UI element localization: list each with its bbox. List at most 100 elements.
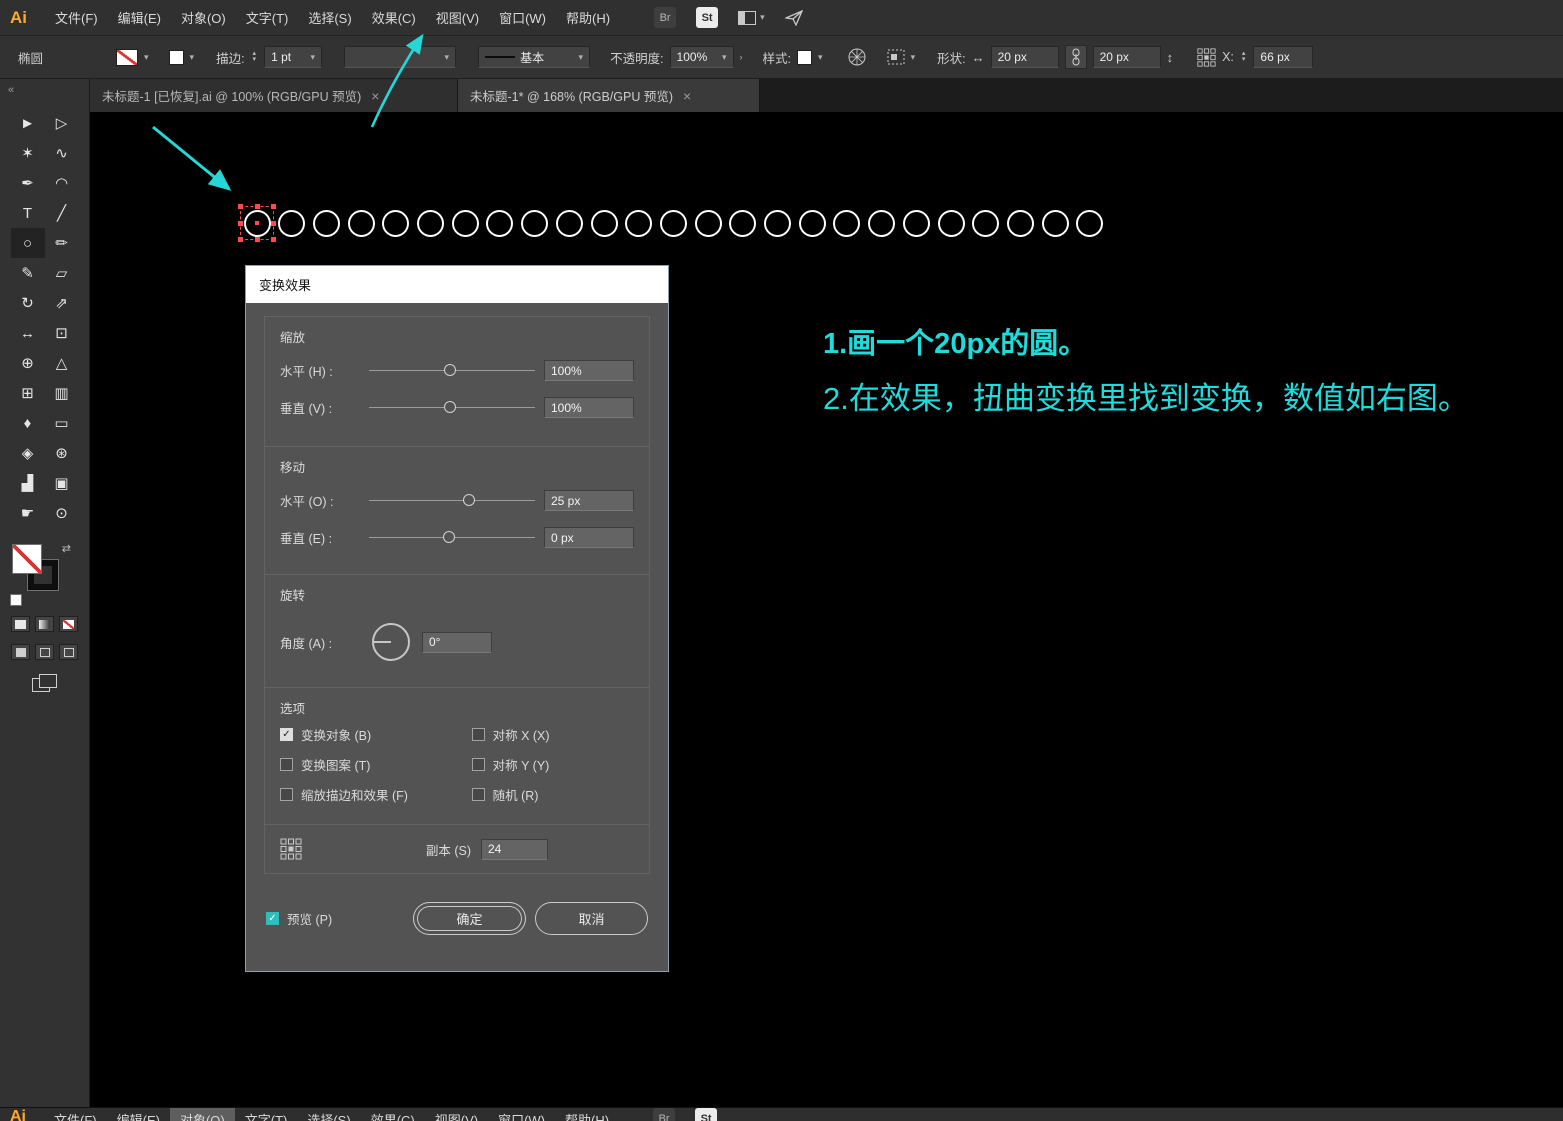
menu-item-8[interactable]: 帮助(H) bbox=[556, 0, 620, 35]
eyedropper-tool[interactable]: ♦ bbox=[11, 408, 45, 438]
selection-handle[interactable] bbox=[238, 221, 243, 226]
checkbox[interactable]: 缩放描边和效果 (F) bbox=[280, 785, 472, 804]
chevron-down-icon[interactable]: ▾ bbox=[579, 52, 584, 63]
shape-height-field[interactable]: 20 px bbox=[1092, 46, 1161, 68]
stock-button[interactable]: St bbox=[696, 7, 719, 28]
paintbrush-tool[interactable]: ✏ bbox=[45, 228, 79, 258]
menu-item-8[interactable]: 帮助(H) bbox=[555, 1108, 619, 1121]
ok-button[interactable]: 确定 bbox=[413, 902, 526, 935]
draw-normal-button[interactable] bbox=[11, 644, 30, 660]
close-icon[interactable]: × bbox=[371, 88, 379, 104]
type-tool[interactable]: T bbox=[11, 198, 45, 228]
reference-point-grid-icon[interactable] bbox=[280, 838, 302, 860]
menu-item-7[interactable]: 窗口(W) bbox=[489, 0, 556, 35]
lasso-tool[interactable]: ∿ bbox=[45, 138, 79, 168]
mesh-tool[interactable]: ⊞ bbox=[11, 378, 45, 408]
value-field[interactable]: 25 px bbox=[544, 490, 634, 511]
x-field[interactable]: 66 px bbox=[1253, 46, 1314, 68]
artwork-circle[interactable] bbox=[798, 209, 826, 237]
selection-handle[interactable] bbox=[271, 221, 276, 226]
value-field[interactable]: 100% bbox=[544, 360, 634, 381]
preview-checkbox[interactable]: 预览 (P) bbox=[266, 909, 332, 928]
checkbox[interactable]: 随机 (R) bbox=[471, 785, 634, 804]
document-tab[interactable]: 未标题-1* @ 168% (RGB/GPU 预览) × bbox=[458, 79, 760, 112]
menu-item-1[interactable]: 编辑(E) bbox=[107, 1108, 170, 1121]
artwork-circle[interactable] bbox=[590, 209, 618, 237]
shape-width-field[interactable]: 20 px bbox=[990, 46, 1059, 68]
chevron-down-icon[interactable]: ▾ bbox=[144, 52, 149, 63]
rotate-tool[interactable]: ↻ bbox=[11, 288, 45, 318]
menu-item-0[interactable]: 文件(F) bbox=[45, 0, 108, 35]
artwork-circle[interactable] bbox=[278, 209, 306, 237]
zoom-tool[interactable]: ⊙ bbox=[45, 498, 79, 528]
shape-builder-tool[interactable]: ⊕ bbox=[11, 348, 45, 378]
chevron-down-icon[interactable]: ▾ bbox=[311, 52, 316, 63]
chevron-down-icon[interactable]: ▾ bbox=[445, 52, 450, 63]
artwork-circle[interactable] bbox=[764, 209, 791, 237]
free-transform-tool[interactable]: ⊡ bbox=[45, 318, 79, 348]
chevron-down-icon[interactable]: ▾ bbox=[190, 52, 195, 63]
pen-tool[interactable]: ✒ bbox=[11, 168, 45, 198]
menu-item-4[interactable]: 选择(S) bbox=[297, 1108, 360, 1121]
draw-behind-button[interactable] bbox=[35, 644, 54, 660]
selection-handle[interactable] bbox=[271, 237, 276, 242]
line-segment-tool[interactable]: ╱ bbox=[45, 198, 79, 228]
none-button[interactable] bbox=[59, 616, 78, 632]
close-icon[interactable]: × bbox=[683, 88, 691, 104]
opacity-panel-arrow[interactable]: › bbox=[740, 52, 743, 62]
menu-item-1[interactable]: 编辑(E) bbox=[108, 0, 171, 35]
artwork-circle[interactable] bbox=[694, 209, 722, 237]
blend-tool[interactable]: ◈ bbox=[11, 438, 45, 468]
cancel-button[interactable]: 取消 bbox=[535, 902, 648, 935]
selection-handle[interactable] bbox=[238, 204, 243, 209]
canvas[interactable]: 变换效果 缩放 水平 (H) : 100% 垂直 (V) : 100% 移动 水… bbox=[90, 112, 1563, 1107]
menu-item-3[interactable]: 文字(T) bbox=[235, 1108, 298, 1121]
reference-point-grid-icon[interactable] bbox=[1197, 47, 1216, 67]
artwork-circle[interactable] bbox=[555, 209, 583, 237]
collapse-panel-button[interactable]: « bbox=[0, 79, 89, 96]
workspace-switcher-button[interactable]: ▾ bbox=[738, 10, 765, 25]
bridge-button[interactable]: Br bbox=[654, 7, 677, 28]
default-colors-icon[interactable] bbox=[10, 594, 22, 606]
menu-item-5[interactable]: 效果(C) bbox=[361, 1108, 425, 1121]
angle-field[interactable]: 0° bbox=[422, 631, 492, 653]
slider-thumb[interactable] bbox=[442, 531, 455, 543]
artboard-tool[interactable]: ▣ bbox=[45, 468, 79, 498]
recolor-artwork-icon[interactable] bbox=[847, 47, 867, 67]
stroke-weight-stepper[interactable]: ▴ ▾ bbox=[253, 50, 257, 63]
draw-inside-button[interactable] bbox=[59, 644, 78, 660]
link-dimensions-button[interactable] bbox=[1064, 45, 1087, 69]
selection-center-point[interactable] bbox=[255, 221, 259, 225]
hand-tool[interactable]: ☛ bbox=[11, 498, 45, 528]
artwork-circle[interactable] bbox=[1076, 209, 1104, 237]
value-field[interactable]: 100% bbox=[544, 397, 634, 418]
menu-item-6[interactable]: 视图(V) bbox=[425, 1108, 488, 1121]
gradient-button[interactable] bbox=[35, 616, 54, 632]
angle-dial[interactable] bbox=[372, 623, 410, 661]
document-tab[interactable]: 未标题-1 [已恢复].ai @ 100% (RGB/GPU 预览) × bbox=[90, 79, 458, 112]
slider-thumb[interactable] bbox=[462, 494, 475, 506]
artwork-circle[interactable] bbox=[451, 209, 479, 237]
ellipse-tool[interactable]: ○ bbox=[10, 228, 45, 258]
menu-item-3[interactable]: 文字(T) bbox=[236, 0, 299, 35]
artwork-circle[interactable] bbox=[1006, 209, 1034, 237]
magic-wand-tool[interactable]: ✶ bbox=[11, 138, 45, 168]
color-button[interactable] bbox=[11, 616, 30, 632]
slider-thumb[interactable] bbox=[444, 364, 457, 376]
width-tool[interactable]: ↔ bbox=[11, 318, 45, 348]
chevron-down-icon[interactable]: ▾ bbox=[818, 52, 823, 63]
stroke-color-swatch[interactable] bbox=[116, 48, 138, 66]
menu-item-7[interactable]: 窗口(W) bbox=[488, 1108, 555, 1121]
variable-width-profile-dropdown[interactable]: ▾ bbox=[344, 46, 457, 68]
selection-handle[interactable] bbox=[255, 237, 260, 242]
selection-handle[interactable] bbox=[271, 204, 276, 209]
scale-tool[interactable]: ⇗ bbox=[45, 288, 79, 318]
fill-color-well[interactable] bbox=[12, 544, 42, 574]
align-options-icon[interactable] bbox=[887, 49, 905, 65]
gradient-tool[interactable]: ▥ bbox=[45, 378, 79, 408]
artwork-circle[interactable] bbox=[902, 209, 930, 237]
checkbox[interactable]: 变换图案 (T) bbox=[280, 755, 472, 774]
artwork-circle[interactable] bbox=[312, 209, 340, 237]
symbol-sprayer-tool[interactable]: ⊛ bbox=[45, 438, 79, 468]
checkbox[interactable]: 对称 Y (Y) bbox=[471, 755, 634, 774]
